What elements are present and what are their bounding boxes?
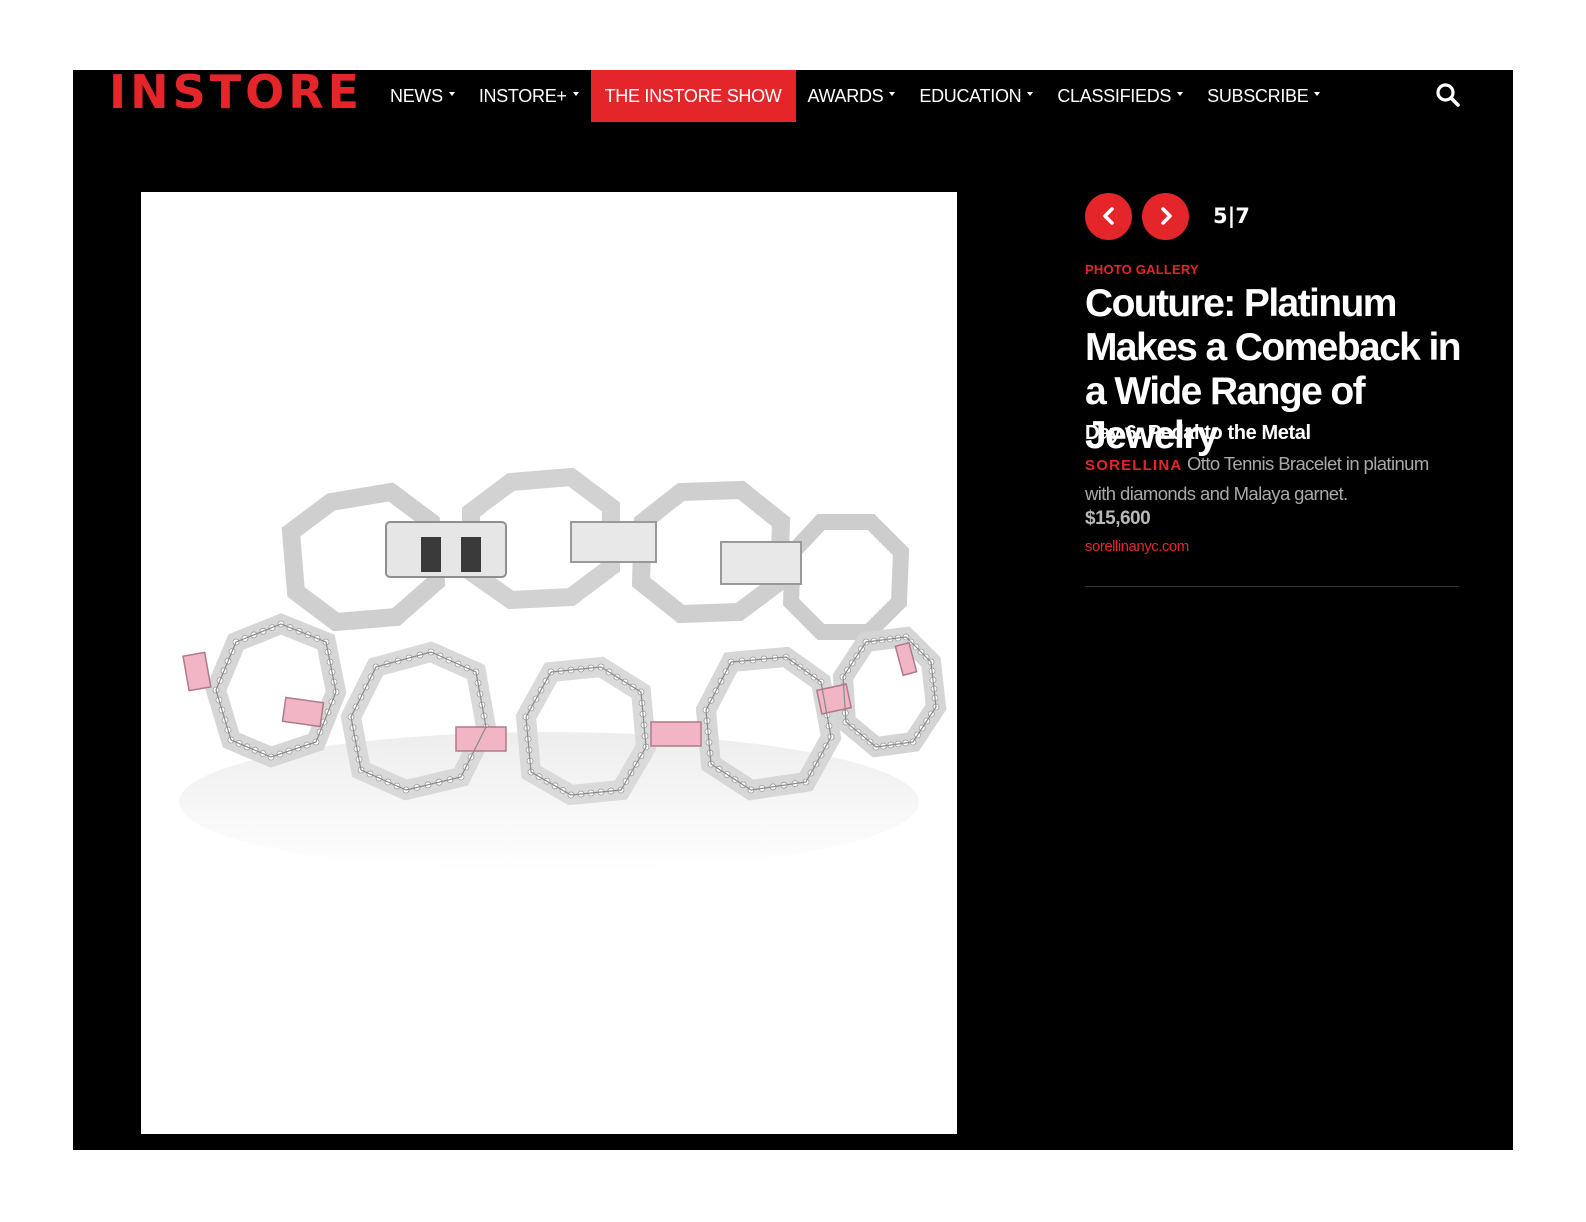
nav-item-label: CLASSIFIEDS [1057, 85, 1172, 106]
chevron-right-icon [1160, 207, 1172, 225]
bracelet-illustration [179, 467, 947, 872]
search-icon[interactable] [1435, 82, 1461, 108]
site-logo[interactable]: INSTORE [109, 68, 363, 116]
divider [1085, 586, 1459, 587]
nav-item-awards[interactable]: AWARDS [796, 70, 908, 122]
slide-counter: 5|7 [1213, 204, 1250, 228]
nav-item-label: AWARDS [807, 85, 884, 106]
caret-down-icon [1177, 92, 1184, 96]
current-slide: 5 [1213, 204, 1228, 228]
total-slides: 7 [1235, 204, 1250, 228]
top-nav: INSTORE NEWS INSTORE+ THE INSTORE SHOW AWAR… [73, 68, 1513, 122]
caret-down-icon [1027, 92, 1034, 96]
nav-item-education[interactable]: EDUCATION [907, 70, 1045, 122]
caret-down-icon [1314, 92, 1321, 96]
nav-item-label: SUBSCRIBE [1207, 85, 1309, 106]
prev-slide-button[interactable] [1085, 192, 1132, 240]
nav-item-label: EDUCATION [919, 85, 1022, 106]
slide-subtitle: Day 6: Pedal to the Metal [1085, 422, 1311, 444]
caret-down-icon [572, 92, 579, 96]
section-kicker[interactable]: PHOTO GALLERY [1085, 262, 1199, 277]
item-brand: SORELLINA [1085, 457, 1183, 474]
nav-item-label: INSTORE+ [478, 85, 567, 106]
slide-description: SORELLINA Otto Tennis Bracelet in platin… [1085, 450, 1460, 508]
chevron-left-icon [1102, 207, 1114, 225]
nav-item-news[interactable]: NEWS [378, 70, 467, 122]
nav-item-subscribe[interactable]: SUBSCRIBE [1195, 70, 1332, 122]
page-frame: INSTORE NEWS INSTORE+ THE INSTORE SHOW AWAR… [73, 68, 1513, 1150]
nav-item-label: NEWS [390, 85, 443, 106]
brand-website-link[interactable]: sorellinanyc.com [1085, 538, 1189, 555]
item-price: $15,600 [1085, 508, 1151, 529]
gallery-image [141, 192, 957, 1134]
nav-menu: NEWS INSTORE+ THE INSTORE SHOW AWARDS EDUCAT… [378, 70, 1332, 122]
next-slide-button[interactable] [1142, 192, 1189, 240]
gallery-pager: 5|7 [1085, 192, 1250, 240]
nav-item-label: THE INSTORE SHOW [604, 85, 782, 106]
caret-down-icon [889, 92, 896, 96]
caret-down-icon [448, 92, 455, 96]
nav-item-instore[interactable]: INSTORE+ [467, 70, 591, 122]
nav-item-the-instore-show[interactable]: THE INSTORE SHOW [590, 70, 796, 122]
nav-item-classifieds[interactable]: CLASSIFIEDS [1045, 70, 1195, 122]
